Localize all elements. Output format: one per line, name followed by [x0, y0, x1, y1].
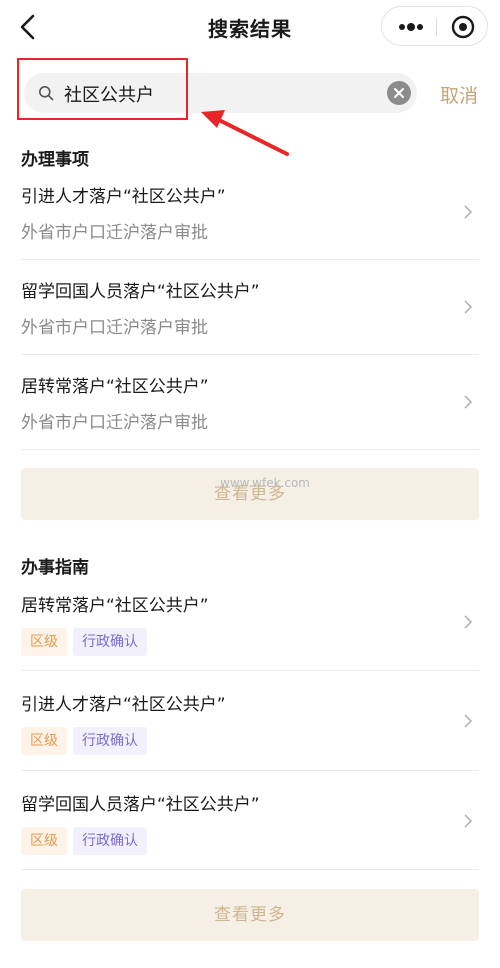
more-icon[interactable] [396, 14, 426, 40]
chevron-right-icon [464, 395, 473, 409]
list-divider [21, 770, 479, 771]
affair-item-subtitle: 外省市户口迁沪落户审批 [21, 223, 208, 243]
capsule-divider [436, 18, 437, 36]
chevron-right-icon [464, 714, 473, 728]
list-divider [21, 670, 479, 671]
tag-level: 区级 [21, 827, 67, 855]
affair-item-title: 居转常落户“社区公共户” [21, 377, 209, 397]
chevron-right-icon [464, 615, 473, 629]
guide-item-tags: 区级 行政确认 [21, 628, 479, 656]
tag-type: 行政确认 [73, 827, 147, 855]
chevron-right-icon [464, 814, 473, 828]
affair-item-subtitle: 外省市户口迁沪落户审批 [21, 318, 208, 338]
affair-item-subtitle: 外省市户口迁沪落户审批 [21, 413, 208, 433]
guide-item-title: 居转常落户“社区公共户” [21, 596, 209, 616]
affair-item[interactable]: 留学回国人员落户“社区公共户” 外省市户口迁沪落户审批 [21, 277, 479, 338]
guide-item-tags: 区级 行政确认 [21, 827, 479, 855]
guide-item-title: 留学回国人员落户“社区公共户” [21, 795, 260, 815]
tag-type: 行政确认 [73, 628, 147, 656]
list-divider [21, 354, 479, 355]
clear-search-icon[interactable] [387, 81, 411, 105]
guides-section-title: 办事指南 [21, 558, 89, 578]
guide-item[interactable]: 居转常落户“社区公共户” 区级 行政确认 [21, 591, 479, 656]
tag-level: 区级 [21, 727, 67, 755]
miniprogram-capsule [381, 6, 488, 46]
close-miniprogram-icon[interactable] [450, 14, 476, 40]
list-divider [21, 869, 479, 870]
navigation-bar: 搜索结果 [0, 0, 500, 56]
tag-level: 区级 [21, 628, 67, 656]
affairs-section-title: 办理事项 [21, 150, 89, 170]
chevron-right-icon [464, 205, 473, 219]
annotation-highlight-box [17, 58, 188, 120]
affair-item[interactable]: 引进人才落户“社区公共户” 外省市户口迁沪落户审批 [21, 182, 479, 243]
guide-item-tags: 区级 行政确认 [21, 727, 479, 755]
tag-type: 行政确认 [73, 727, 147, 755]
guide-item[interactable]: 引进人才落户“社区公共户” 区级 行政确认 [21, 690, 479, 755]
guide-item[interactable]: 留学回国人员落户“社区公共户” 区级 行政确认 [21, 790, 479, 855]
guides-view-more-button[interactable]: 查看更多 [21, 889, 479, 941]
affair-item[interactable]: 居转常落户“社区公共户” 外省市户口迁沪落户审批 [21, 372, 479, 433]
list-divider [21, 449, 479, 450]
affair-item-title: 留学回国人员落户“社区公共户” [21, 282, 260, 302]
list-divider [21, 259, 479, 260]
annotation-arrow-icon [201, 110, 289, 156]
guide-item-title: 引进人才落户“社区公共户” [21, 695, 226, 715]
affair-item-title: 引进人才落户“社区公共户” [21, 187, 226, 207]
chevron-right-icon [464, 300, 473, 314]
cancel-button[interactable]: 取消 [440, 81, 478, 108]
watermark-text: www.wfek.com [220, 476, 310, 490]
